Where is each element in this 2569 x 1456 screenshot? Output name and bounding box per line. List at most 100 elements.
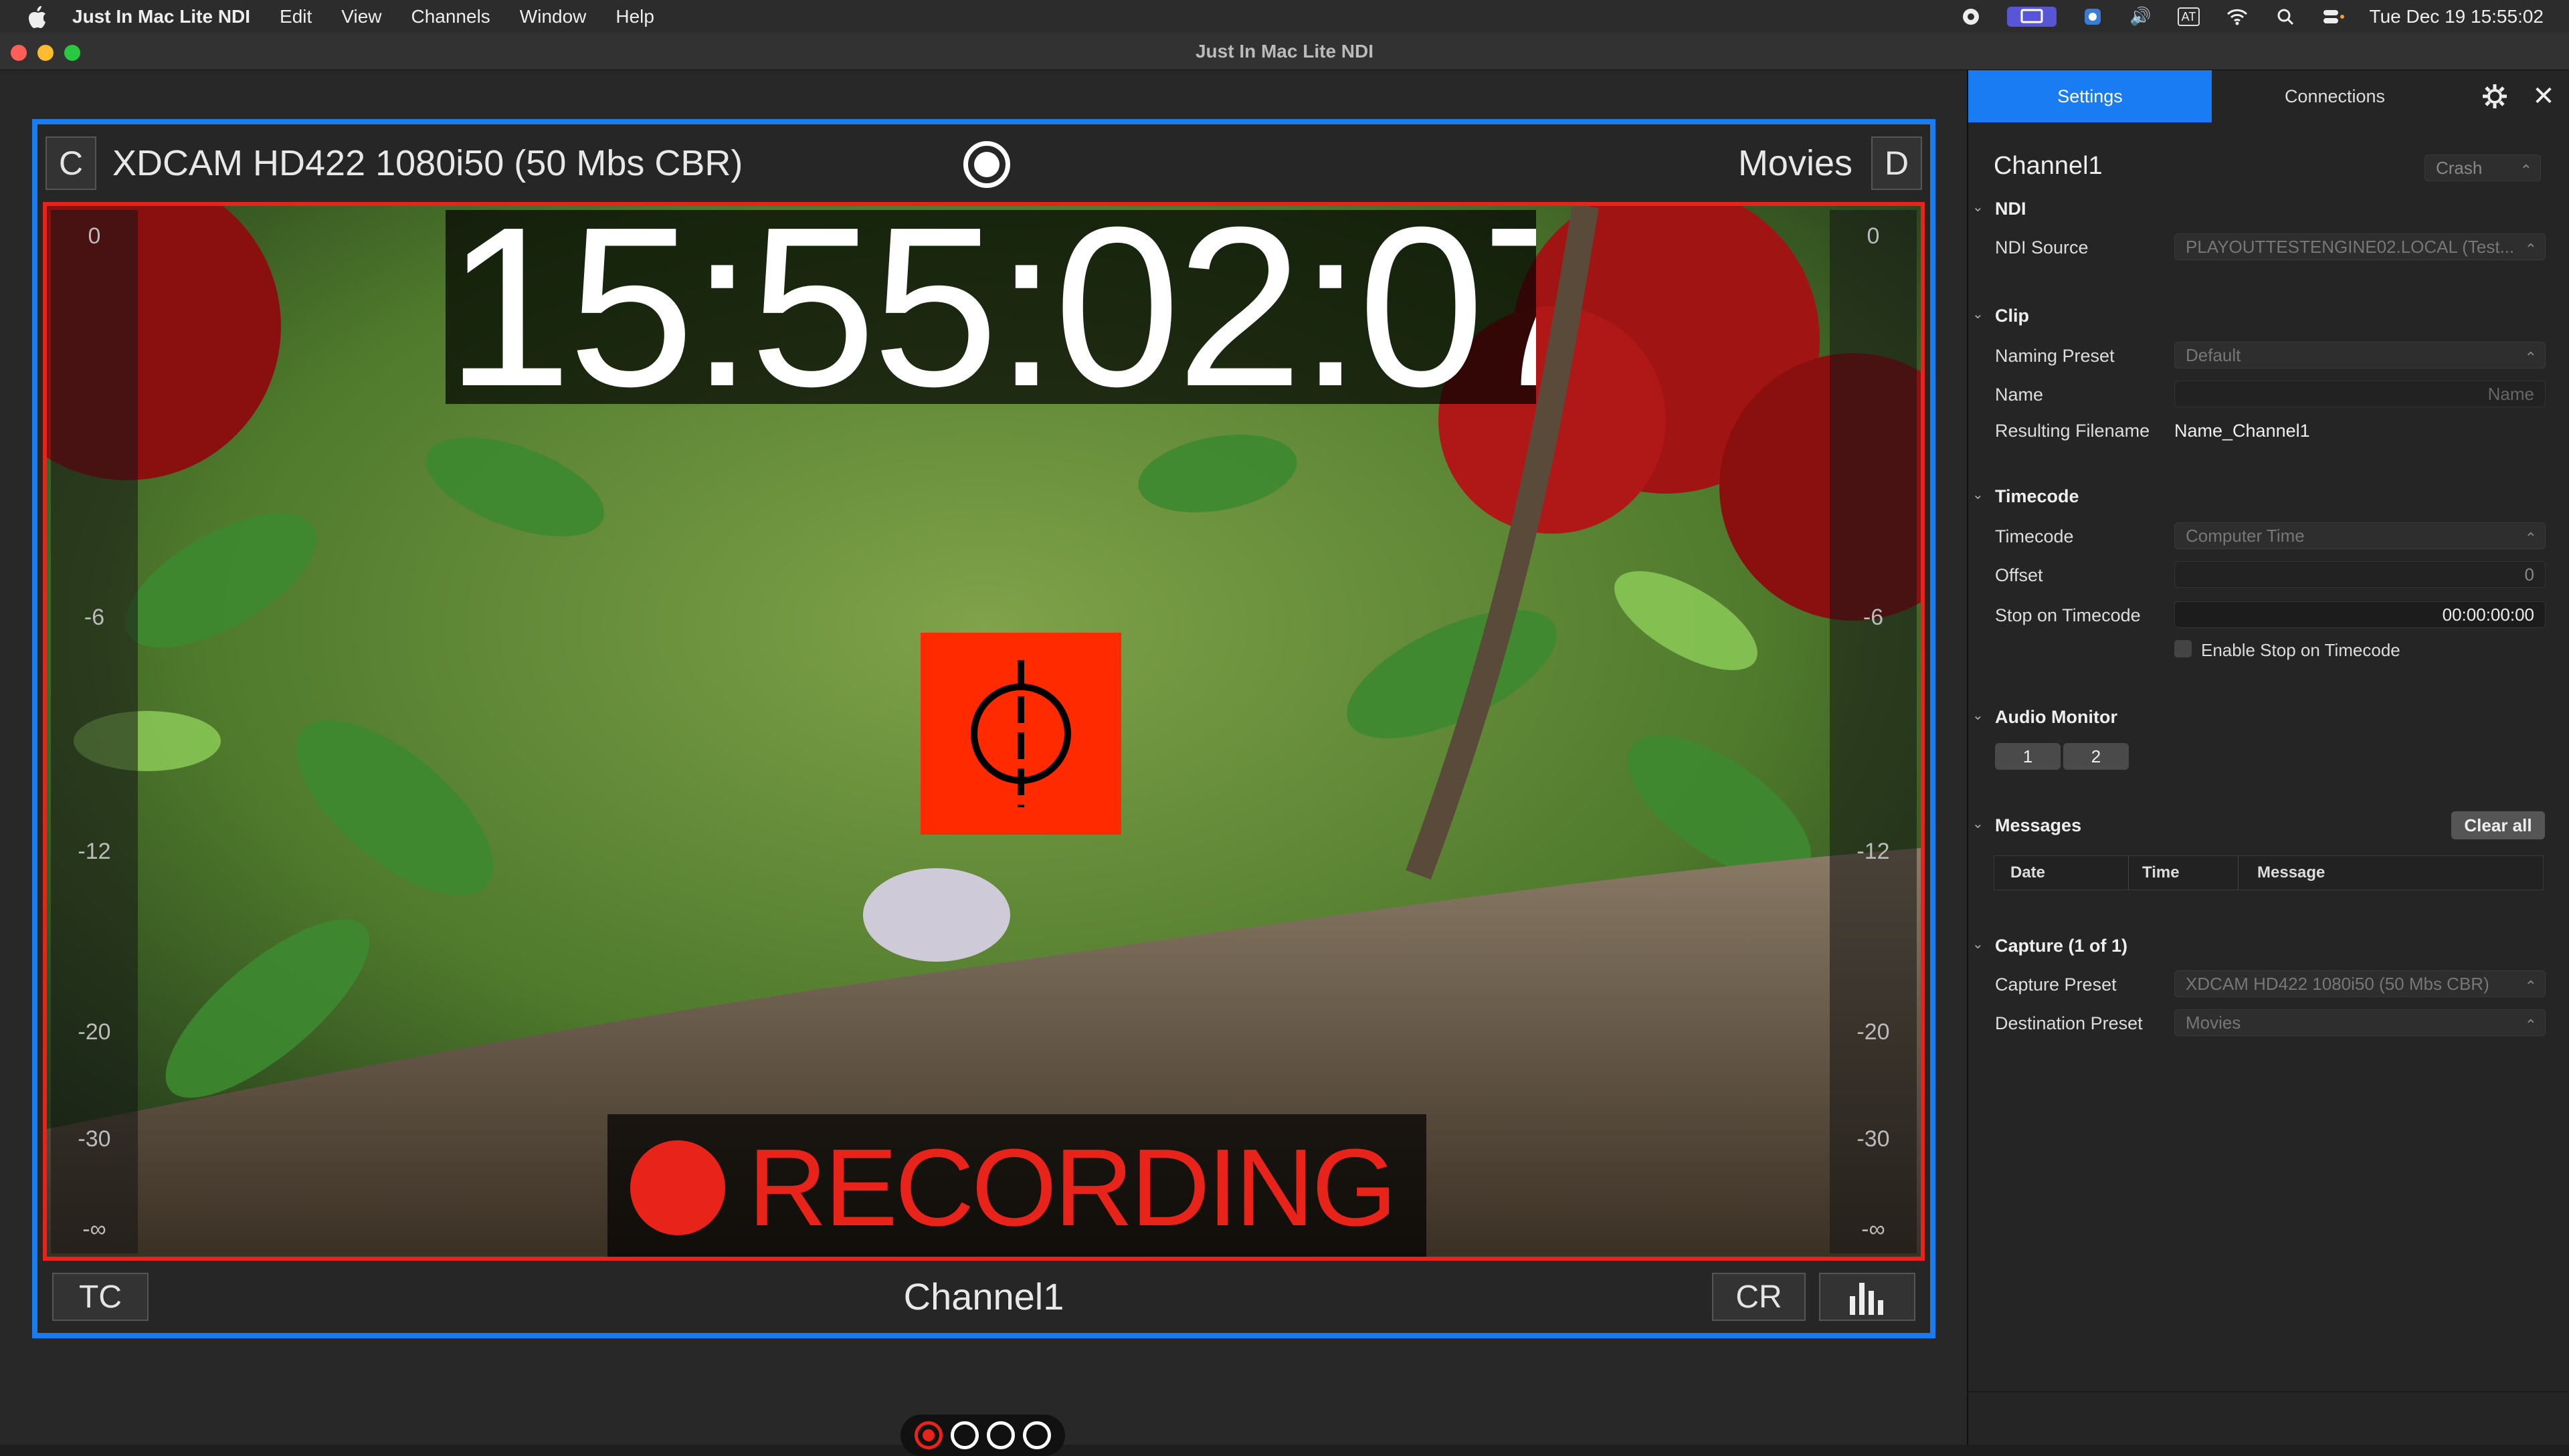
meter-tick: -12 [78,839,111,864]
audio-channel-1-button[interactable]: 1 [1995,743,2061,770]
meter-tick: -20 [1857,1019,1890,1045]
settings-sidebar: Settings Connections ✕ Channel1 Crash ⌄ … [1967,70,2569,1445]
meter-tick: -6 [84,605,105,630]
audio-meter-right: 0 -6 -12 -20 -30 -∞ [1830,210,1917,1253]
ndi-section-header[interactable]: NDI [1995,199,2026,219]
audio-monitor-section-header[interactable]: Audio Monitor [1995,707,2117,728]
record-status-icon[interactable] [1959,7,1983,27]
tab-connections[interactable]: Connections [2212,70,2458,122]
c-button[interactable]: C [45,136,96,190]
meter-tick: -∞ [1861,1217,1885,1242]
d-button[interactable]: D [1871,136,1922,190]
name-input[interactable]: Name [2174,381,2546,407]
channel-title: Channel1 [1994,152,2103,180]
clip-section-header[interactable]: Clip [1995,306,2029,326]
audio-levels-icon[interactable] [1819,1273,1915,1321]
menu-view[interactable]: View [341,6,381,27]
timecode-select[interactable]: Computer Time [2174,522,2546,549]
meter-tick: -20 [78,1019,111,1045]
page-dot-3[interactable] [987,1421,1015,1449]
input-source-icon[interactable]: AT [2177,7,2201,27]
naming-preset-label: Naming Preset [1995,346,2115,366]
messages-section-header[interactable]: Messages [1995,815,2081,836]
capture-chevron-icon[interactable]: ⌄ [1972,936,1984,952]
audio-meter-left: 0 -6 -12 -20 -30 -∞ [51,210,138,1253]
meter-tick: -30 [78,1126,111,1152]
offset-input[interactable]: 0 [2174,561,2546,588]
stop-on-timecode-input[interactable]: 00:00:00:00 [2174,601,2546,628]
resulting-filename-label: Resulting Filename [1995,421,2150,441]
ndi-source-label: NDI Source [1995,237,2089,257]
channel-player[interactable]: C XDCAM HD422 1080i50 (50 Mbs CBR) Movie… [32,119,1935,1338]
page-dot-2[interactable] [951,1421,979,1449]
tab-settings[interactable]: Settings [1968,70,2212,122]
capture-section-header[interactable]: Capture (1 of 1) [1995,936,2127,956]
name-label: Name [1995,385,2044,405]
ndi-chevron-icon[interactable]: ⌄ [1972,199,1984,215]
menu-channels[interactable]: Channels [411,6,490,27]
app-status-icon[interactable] [2081,7,2105,27]
meter-tick: -∞ [82,1217,106,1242]
menu-help[interactable]: Help [615,6,654,27]
capture-preset-select[interactable]: XDCAM HD422 1080i50 (50 Mbs CBR) [2174,970,2546,997]
menubar-clock[interactable]: Tue Dec 19 15:55:02 [2370,6,2544,27]
meter-tick: 0 [1867,223,1880,249]
page-dot-4[interactable] [1023,1421,1051,1449]
meter-tick: -6 [1863,605,1884,630]
resulting-filename-value: Name_Channel1 [2174,421,2310,441]
destination-preset-label: Destination Preset [1995,1013,2143,1033]
destination-label: Movies [1737,143,1852,183]
mode-select[interactable]: Crash [2424,154,2541,181]
clear-all-button[interactable]: Clear all [2451,811,2545,839]
meter-tick: -30 [1857,1126,1890,1152]
column-time[interactable]: Time [2128,856,2180,890]
recording-label: RECORDING [748,1126,1397,1249]
wifi-icon[interactable] [2225,7,2249,27]
capture-preset-label: XDCAM HD422 1080i50 (50 Mbs CBR) [112,143,743,183]
apple-icon[interactable] [25,5,50,29]
close-icon[interactable]: ✕ [2524,70,2564,122]
control-center-icon[interactable] [2321,7,2346,27]
meter-tick: -12 [1857,839,1890,864]
ndi-source-select[interactable]: PLAYOUTTESTENGINE02.LOCAL (Test... [2174,233,2546,260]
destination-preset-select[interactable]: Movies [2174,1009,2546,1036]
clip-chevron-icon[interactable]: ⌄ [1972,306,1984,322]
menu-app-name[interactable]: Just In Mac Lite NDI [72,6,250,27]
timecode-chevron-icon[interactable]: ⌄ [1972,486,1984,503]
menu-bar: Just In Mac Lite NDI Edit View Channels … [0,0,2569,33]
sidebar-divider [1968,1391,2569,1392]
volume-icon[interactable]: 🔊 [2129,6,2153,27]
messages-table-header: Date Time Message [1994,855,2544,890]
window-titlebar: Just In Mac Lite NDI [0,33,2569,70]
window-title: Just In Mac Lite NDI [1195,41,1374,62]
column-date[interactable]: Date [2010,856,2045,890]
menu-edit[interactable]: Edit [280,6,312,27]
page-indicator[interactable] [900,1415,1065,1456]
recording-dot-icon [630,1140,725,1235]
timecode-section-header[interactable]: Timecode [1995,486,2079,507]
timecode-display: 15:55:02:07 [446,210,1536,404]
video-preview[interactable]: 0 -6 -12 -20 -30 -∞ 0 -6 -12 -20 -30 -∞ … [43,202,1925,1261]
offset-label: Offset [1995,565,2043,585]
cr-button[interactable]: CR [1712,1273,1806,1321]
naming-preset-select[interactable]: Default [2174,342,2546,369]
page-dot-1[interactable] [915,1421,943,1449]
audio-channel-2-button[interactable]: 2 [2063,743,2129,770]
audio-monitor-chevron-icon[interactable]: ⌄ [1972,707,1984,724]
gear-icon[interactable] [2471,70,2518,122]
messages-chevron-icon[interactable]: ⌄ [1972,815,1984,832]
menu-window[interactable]: Window [520,6,587,27]
crosshair-icon[interactable] [921,633,1121,835]
channel-name-label: Channel1 [903,1275,1064,1318]
column-message[interactable]: Message [2238,856,2325,890]
record-icon[interactable] [963,141,1010,188]
recording-banner: RECORDING [607,1114,1426,1257]
capture-preset-label: Capture Preset [1995,974,2117,995]
player-header: C XDCAM HD422 1080i50 (50 Mbs CBR) Movie… [37,124,1930,202]
screen-share-icon[interactable] [2006,6,2057,27]
timecode-label: Timecode [1995,526,2074,546]
sidebar-tabs: Settings Connections ✕ [1968,70,2569,122]
enable-stop-label: Enable Stop on Timecode [2201,640,2400,660]
enable-stop-checkbox[interactable] [2174,640,2192,657]
search-icon[interactable] [2273,7,2297,27]
